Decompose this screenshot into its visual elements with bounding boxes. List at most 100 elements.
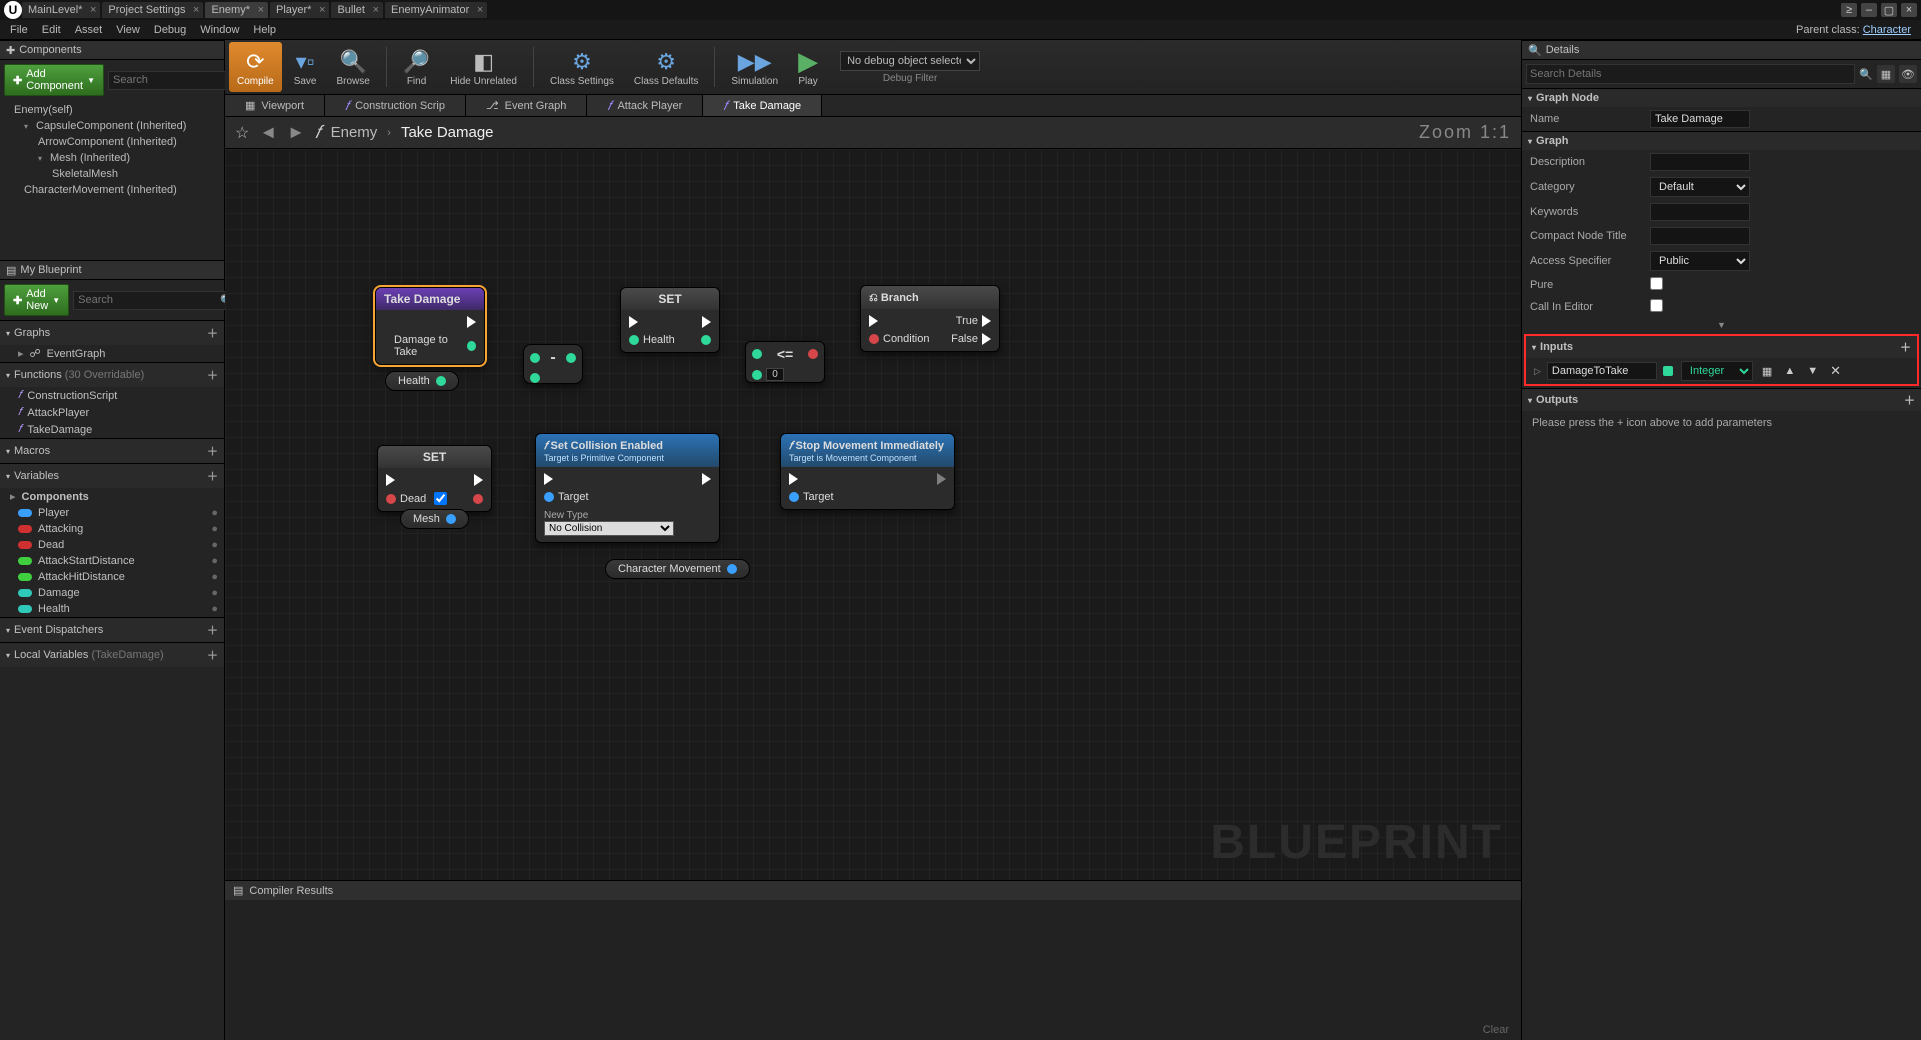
- visibility-icon[interactable]: 👁: [1899, 65, 1917, 83]
- blueprint-search[interactable]: 🔍: [73, 291, 239, 310]
- macros-section-header[interactable]: ▾Macros＋: [0, 439, 224, 463]
- component-item[interactable]: CharacterMovement (Inherited): [4, 182, 220, 198]
- move-up-icon[interactable]: ▲: [1781, 365, 1798, 377]
- menu-debug[interactable]: Debug: [154, 24, 186, 36]
- menu-asset[interactable]: Asset: [75, 24, 103, 36]
- menu-help[interactable]: Help: [253, 24, 276, 36]
- dead-checkbox[interactable]: [434, 492, 447, 505]
- move-down-icon[interactable]: ▼: [1804, 365, 1821, 377]
- blueprint-search-input[interactable]: [78, 294, 220, 306]
- eye-icon[interactable]: ●: [211, 523, 218, 535]
- menu-edit[interactable]: Edit: [42, 24, 61, 36]
- add-dispatcher-button[interactable]: ＋: [207, 622, 218, 638]
- node-set-dead[interactable]: SET Dead: [377, 445, 492, 512]
- play-button[interactable]: ▶Play: [790, 42, 826, 92]
- inputs-section[interactable]: ▾Inputs＋: [1526, 336, 1917, 358]
- menu-file[interactable]: File: [10, 24, 28, 36]
- component-item[interactable]: SkeletalMesh: [4, 166, 220, 182]
- component-item[interactable]: ▾CapsuleComponent (Inherited): [4, 118, 220, 134]
- node-branch[interactable]: ⎌ Branch True ConditionFalse: [860, 285, 1000, 352]
- simulation-button[interactable]: ▶▶Simulation: [723, 42, 786, 92]
- class-defaults-button[interactable]: ⚙Class Defaults: [626, 42, 706, 92]
- node-name-input[interactable]: [1650, 110, 1750, 128]
- locals-section-header[interactable]: ▾Local Variables (TakeDamage)＋: [0, 643, 224, 667]
- keywords-input[interactable]: [1650, 203, 1750, 221]
- component-item[interactable]: ArrowComponent (Inherited): [4, 134, 220, 150]
- variable-item[interactable]: Player●: [0, 505, 224, 521]
- variable-item[interactable]: Attacking●: [0, 521, 224, 537]
- nav-back-icon[interactable]: ◄: [259, 122, 277, 143]
- nav-forward-icon[interactable]: ►: [287, 122, 305, 143]
- parent-class-link[interactable]: Character: [1863, 24, 1911, 36]
- tab-attackplayer[interactable]: 𝑓Attack Player: [587, 95, 703, 116]
- eye-icon[interactable]: ●: [211, 571, 218, 583]
- variable-subgroup[interactable]: ▸Components: [0, 488, 224, 505]
- add-output-button[interactable]: ＋: [1904, 392, 1915, 408]
- function-item[interactable]: 𝑓TakeDamage: [0, 421, 224, 438]
- functions-section-header[interactable]: ▾Functions (30 Overridable)＋: [0, 363, 224, 387]
- my-blueprint-tab[interactable]: ▤ My Blueprint: [0, 260, 224, 280]
- add-macro-button[interactable]: ＋: [207, 443, 218, 459]
- title-tab[interactable]: Project Settings×: [102, 2, 203, 18]
- class-settings-button[interactable]: ⚙Class Settings: [542, 42, 622, 92]
- variable-item[interactable]: Damage●: [0, 585, 224, 601]
- eye-icon[interactable]: ●: [211, 587, 218, 599]
- node-health-get[interactable]: Health: [385, 371, 459, 391]
- graph-node-section[interactable]: ▾Graph Node: [1522, 89, 1921, 107]
- access-select[interactable]: Public: [1650, 251, 1750, 271]
- hide-unrelated-button[interactable]: ◧Hide Unrelated: [442, 42, 525, 92]
- components-tab[interactable]: ✚ Components: [0, 40, 224, 60]
- browse-button[interactable]: 🔍Browse: [328, 42, 377, 92]
- node-set-collision[interactable]: 𝑓 Set Collision EnabledTarget is Primiti…: [535, 433, 720, 543]
- description-input[interactable]: [1650, 153, 1750, 171]
- literal-int-input[interactable]: [766, 368, 784, 381]
- add-variable-button[interactable]: ＋: [207, 468, 218, 484]
- graphs-section-header[interactable]: ▾Graphs＋: [0, 321, 224, 345]
- add-graph-button[interactable]: ＋: [207, 325, 218, 341]
- component-item[interactable]: ▾Mesh (Inherited): [4, 150, 220, 166]
- tab-viewport[interactable]: ▦Viewport: [225, 95, 325, 116]
- console-icon[interactable]: ≥: [1841, 3, 1857, 17]
- collision-type-select[interactable]: No Collision: [544, 521, 674, 536]
- node-take-damage[interactable]: Take Damage Damage to Take: [375, 287, 485, 365]
- param-name-input[interactable]: [1547, 362, 1657, 380]
- blueprint-graph[interactable]: Take Damage Damage to Take SET Health He…: [225, 149, 1521, 880]
- menu-window[interactable]: Window: [200, 24, 239, 36]
- details-tab[interactable]: 🔍 Details: [1522, 40, 1921, 60]
- add-local-button[interactable]: ＋: [207, 647, 218, 663]
- variables-section-header[interactable]: ▾Variables＋: [0, 464, 224, 488]
- variable-item[interactable]: AttackStartDistance●: [0, 553, 224, 569]
- clear-button[interactable]: Clear: [1483, 1024, 1509, 1036]
- title-tab[interactable]: EnemyAnimator×: [385, 2, 487, 18]
- eye-icon[interactable]: ●: [211, 539, 218, 551]
- variable-item[interactable]: Health●: [0, 601, 224, 617]
- favorite-icon[interactable]: ☆: [235, 123, 249, 143]
- graph-item[interactable]: ▸☍ EventGraph: [0, 345, 224, 362]
- node-character-movement-get[interactable]: Character Movement: [605, 559, 750, 579]
- variable-item[interactable]: Dead●: [0, 537, 224, 553]
- close-icon[interactable]: ×: [1901, 3, 1917, 17]
- add-function-button[interactable]: ＋: [207, 367, 218, 383]
- details-search-input[interactable]: [1526, 64, 1855, 84]
- graph-section[interactable]: ▾Graph: [1522, 132, 1921, 150]
- param-type-select[interactable]: Integer: [1681, 361, 1753, 381]
- title-tab[interactable]: Enemy*×: [205, 2, 268, 18]
- compile-button[interactable]: ⟳Compile: [229, 42, 282, 92]
- node-mesh-get[interactable]: Mesh: [400, 509, 469, 529]
- call-in-editor-checkbox[interactable]: [1650, 299, 1663, 312]
- title-tab[interactable]: MainLevel*×: [22, 2, 100, 18]
- menu-view[interactable]: View: [116, 24, 140, 36]
- variable-item[interactable]: AttackHitDistance●: [0, 569, 224, 585]
- breadcrumb-root[interactable]: Enemy: [331, 124, 378, 141]
- property-matrix-icon[interactable]: ▦: [1877, 65, 1895, 83]
- title-tab[interactable]: Player*×: [270, 2, 329, 18]
- add-input-button[interactable]: ＋: [1900, 339, 1911, 355]
- expand-arrow-icon[interactable]: ▼: [1522, 318, 1921, 332]
- add-component-button[interactable]: ✚Add Component▼: [4, 64, 104, 96]
- pure-checkbox[interactable]: [1650, 277, 1663, 290]
- find-button[interactable]: 🔎Find: [395, 42, 438, 92]
- tab-construction[interactable]: 𝑓Construction Scrip: [325, 95, 466, 116]
- category-select[interactable]: Default: [1650, 177, 1750, 197]
- dispatchers-section-header[interactable]: ▾Event Dispatchers＋: [0, 618, 224, 642]
- compact-title-input[interactable]: [1650, 227, 1750, 245]
